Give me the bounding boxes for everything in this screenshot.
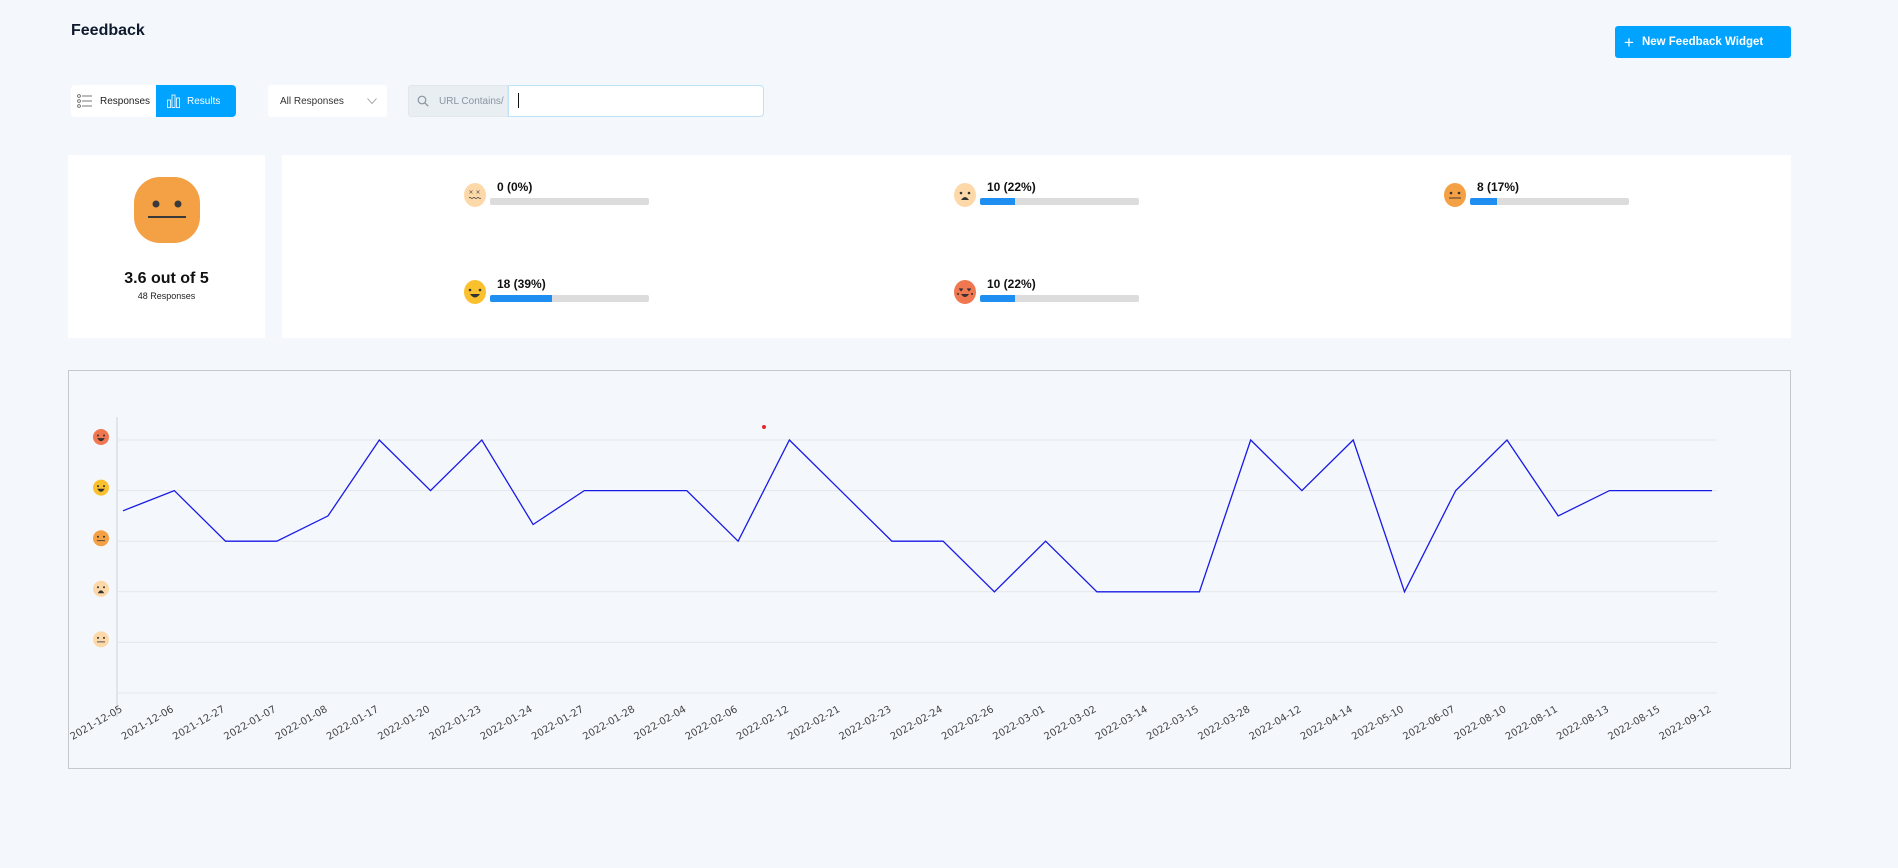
x-tick-label: 2022-02-23 — [838, 704, 894, 743]
x-tick-label: 2022-08-15 — [1606, 704, 1662, 743]
x-tick-label: 2022-01-24 — [479, 704, 535, 743]
sad-face-icon — [93, 580, 109, 597]
responses-tab-label: Responses — [100, 95, 151, 107]
rating-count-3: 8 (17%) — [1477, 180, 1520, 194]
annotation-marker — [762, 425, 766, 429]
x-tick-label: 2022-03-28 — [1196, 704, 1252, 743]
chevron-down-icon — [367, 98, 377, 104]
x-tick-label: 2022-04-12 — [1248, 704, 1304, 743]
x-tick-label: 2022-08-10 — [1453, 704, 1509, 743]
series-line-0 — [122, 438, 1712, 594]
svg-text:×: × — [469, 189, 474, 196]
happy-face-icon — [93, 479, 109, 496]
plus-icon: + — [1624, 32, 1634, 52]
sad-face-icon — [954, 183, 976, 207]
x-tick-label: 2021-12-05 — [69, 704, 125, 743]
x-tick-label: 2022-04-14 — [1299, 704, 1355, 743]
chart-series — [122, 438, 1713, 594]
x-tick-label: 2021-12-27 — [171, 704, 227, 743]
chart-grid — [116, 417, 1717, 717]
x-tick-label: 2022-01-27 — [530, 704, 586, 743]
rating-count-2: 10 (22%) — [987, 180, 1036, 194]
x-tick-label: 2022-02-26 — [940, 704, 996, 743]
dizzy-face-icon — [93, 631, 109, 648]
x-tick-label: 2022-09-12 — [1658, 704, 1714, 743]
svg-text:×: × — [476, 189, 481, 196]
rating-item-4: 18 (39%) — [464, 277, 649, 304]
rating-count-1: 0 (0%) — [497, 180, 533, 194]
x-tick-label: 2022-02-12 — [735, 704, 791, 743]
bar-chart-icon — [167, 94, 180, 108]
neutral-face-icon — [133, 177, 200, 243]
love-face-icon — [954, 280, 976, 304]
x-tick-label: 2022-06-07 — [1401, 704, 1457, 743]
x-tick-label: 2021-12-06 — [120, 704, 176, 743]
love-face-icon — [93, 429, 109, 445]
x-tick-label: 2022-03-14 — [1094, 704, 1150, 743]
rating-bar-fill-5 — [980, 295, 1015, 302]
rating-bar-2 — [980, 198, 1139, 205]
average-score-card: 3.6 out of 5 48 Responses — [68, 155, 265, 338]
x-tick-label: 2022-08-13 — [1555, 704, 1611, 743]
response-filter-value: All Responses — [280, 95, 344, 107]
rating-trend-chart: 2021-12-05 2021-12-06 2021-12-27 2022-01-07… — [68, 370, 1791, 769]
rating-bar-fill-4 — [490, 295, 552, 302]
response-count: 48 Responses — [137, 291, 196, 301]
rating-bar-1 — [490, 198, 649, 205]
happy-face-icon — [464, 280, 486, 304]
url-prefix-label: URL Contains/ — [439, 95, 504, 107]
response-filter-select[interactable]: All Responses — [268, 85, 387, 117]
new-feedback-widget-label: New Feedback Widget — [1641, 36, 1764, 48]
x-tick-label: 2022-01-08 — [274, 704, 330, 743]
rating-item-2: 10 (22%) — [954, 180, 1139, 207]
x-tick-label: 2022-05-10 — [1350, 704, 1406, 743]
neutral-face-icon — [93, 530, 109, 547]
x-tick-label: 2022-03-01 — [991, 704, 1047, 743]
x-tick-label: 2022-01-28 — [581, 704, 637, 743]
rating-bar-fill-2 — [980, 198, 1015, 205]
rating-bar-fill-3 — [1470, 198, 1498, 205]
x-tick-label: 2022-08-11 — [1504, 704, 1560, 743]
rating-item-3: 8 (17%) — [1444, 180, 1629, 207]
search-icon — [417, 95, 429, 107]
x-tick-label: 2022-01-07 — [222, 704, 278, 743]
new-feedback-widget-button[interactable]: + New Feedback Widget — [1615, 26, 1791, 58]
neutral-face-icon — [1444, 183, 1466, 207]
x-tick-label: 2022-03-15 — [1145, 704, 1201, 743]
rating-trend-chart-svg: 2021-12-052021-12-062021-12-272022-01-07… — [69, 417, 1717, 743]
x-tick-label: 2022-01-20 — [376, 704, 432, 743]
results-tab-label: Results — [187, 95, 221, 107]
average-score: 3.6 out of 5 — [124, 270, 209, 287]
rating-bar-3 — [1470, 198, 1629, 205]
text-cursor — [518, 93, 519, 108]
list-icon — [77, 94, 92, 108]
rating-breakdown-card: × × 0 (0%) 10 (22%) 8 (17%) 18 (39%) 10 … — [282, 155, 1791, 338]
rating-count-4: 18 (39%) — [497, 277, 546, 291]
x-tick-label: 2022-03-02 — [1043, 704, 1099, 743]
x-tick-label: 2022-01-17 — [325, 704, 381, 743]
responses-tab[interactable]: Responses — [71, 85, 156, 117]
x-tick-label: 2022-02-24 — [889, 704, 945, 743]
rating-count-5: 10 (22%) — [987, 277, 1036, 291]
rating-bar-4 — [490, 295, 649, 302]
view-toggle: Responses Results — [71, 85, 236, 117]
url-prefix-addon: URL Contains/ — [408, 85, 508, 117]
url-contains-input[interactable] — [508, 85, 764, 117]
page-title: Feedback — [71, 22, 145, 39]
rating-item-5: 10 (22%) — [954, 277, 1139, 304]
x-tick-label: 2022-01-23 — [427, 704, 483, 743]
x-tick-label: 2022-02-04 — [633, 704, 689, 743]
url-filter: URL Contains/ — [408, 85, 764, 117]
dizzy-face-icon: × × — [464, 183, 486, 207]
chart-x-axis: 2021-12-052021-12-062021-12-272022-01-07… — [69, 704, 1714, 743]
rating-item-1: × × 0 (0%) — [464, 180, 649, 207]
x-tick-label: 2022-02-21 — [786, 704, 842, 743]
rating-bar-5 — [980, 295, 1139, 302]
results-tab[interactable]: Results — [156, 85, 236, 117]
x-tick-label: 2022-02-06 — [684, 704, 740, 743]
chart-y-axis — [93, 429, 109, 648]
